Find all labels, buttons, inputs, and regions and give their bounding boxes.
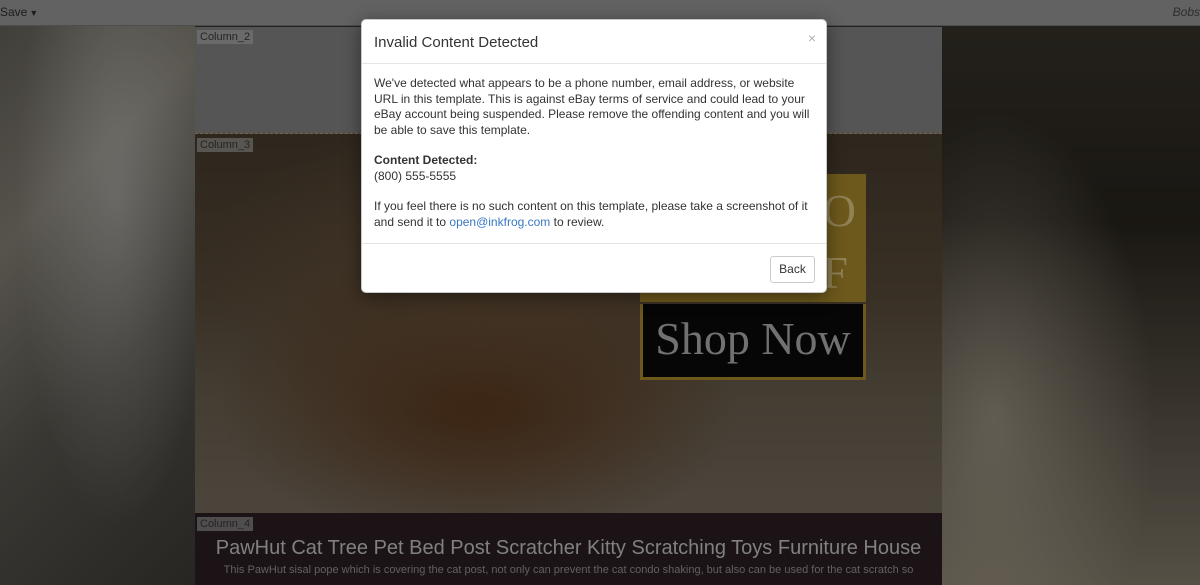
dialog-footer: Back bbox=[362, 243, 826, 293]
back-button[interactable]: Back bbox=[770, 256, 815, 283]
dialog-title: Invalid Content Detected bbox=[374, 34, 539, 51]
review-text-after: to review. bbox=[550, 214, 605, 229]
dialog-header: Invalid Content Detected × bbox=[362, 20, 826, 64]
dialog-message: We've detected what appears to be a phon… bbox=[374, 76, 810, 137]
dialog-body: We've detected what appears to be a phon… bbox=[374, 76, 814, 230]
detected-value: (800) 555-5555 bbox=[374, 168, 457, 183]
invalid-content-dialog: Invalid Content Detected × We've detecte… bbox=[361, 19, 827, 293]
detected-heading: Content Detected: bbox=[374, 153, 478, 167]
close-icon[interactable]: × bbox=[808, 30, 816, 46]
review-instructions: If you feel there is no such content on … bbox=[374, 199, 814, 230]
support-email-link[interactable]: open@inkfrog.com bbox=[449, 215, 550, 229]
